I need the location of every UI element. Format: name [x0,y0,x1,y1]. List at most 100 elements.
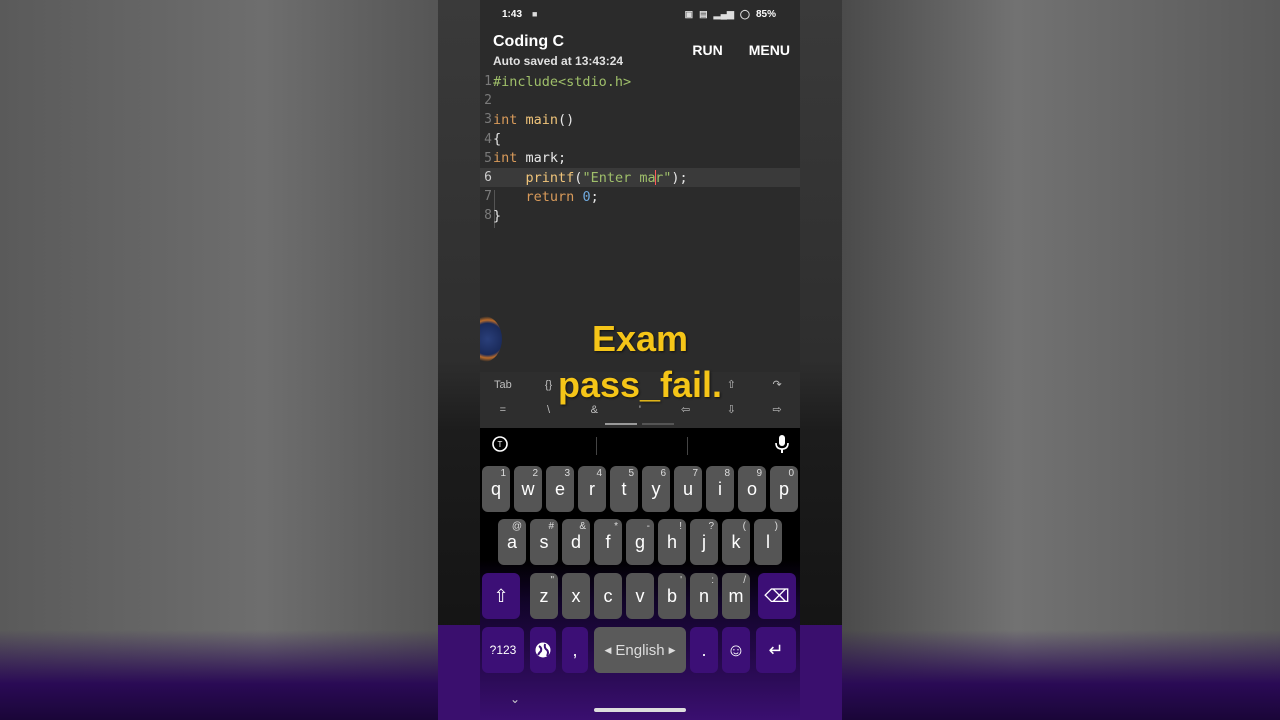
key-r[interactable]: r4 [578,466,606,512]
code-line-active[interactable]: 6 printf("Enter mar"); [480,167,800,188]
key-i[interactable]: i8 [706,466,734,512]
key-f[interactable]: f * [594,519,622,565]
key-p[interactable]: p0 [770,466,798,512]
numbers-key[interactable]: ?123 [482,627,524,673]
globe-icon[interactable] [530,627,556,673]
symbol-row-1: Tab {} ⇧ ↷ [480,372,800,397]
symbol-bar: Tab {} ⇧ ↷ = \ & ' ⇦ ⇩ ⇨ [480,372,800,428]
key-l[interactable]: l) [754,519,782,565]
key-hint: # [548,521,554,532]
key-n[interactable]: n: [690,573,718,619]
symbol-key-tab[interactable]: Tab [483,379,523,391]
symbol-key-shift[interactable]: ⇧ [711,378,751,391]
key-k[interactable]: k( [722,519,750,565]
key-m[interactable]: m / [722,573,750,619]
caret-right-icon: ▶ [668,644,676,655]
symbol-key-braces[interactable]: {} [529,379,569,391]
key-hint: 5 [628,468,634,479]
key-u[interactable]: u7 [674,466,702,512]
shift-key[interactable]: ⇧ [482,573,520,619]
key-z[interactable]: z " [530,573,558,619]
key-label: m [728,585,744,606]
arrow-down-key[interactable]: ⇩ [711,403,751,416]
arrow-left-key[interactable]: ⇦ [666,403,706,416]
key-hint: 0 [788,468,794,479]
caret-left-icon: ◀ [604,644,612,655]
app-title: Coding C [493,32,565,50]
code-line[interactable]: 4{ [480,130,800,149]
symbol-page-indicator-active [605,423,637,425]
gesture-nav-bar[interactable] [594,708,686,712]
key-w[interactable]: w2 [514,466,542,512]
line-number: 3 [484,112,492,128]
key-t[interactable]: t5 [610,466,638,512]
key-j[interactable]: j? [690,519,718,565]
svg-text:T: T [498,440,503,449]
code-line[interactable]: 8} [480,206,800,225]
code-line[interactable]: 7 return 0; [480,187,800,206]
key-s[interactable]: s # [530,519,558,565]
key-hint: ' [680,575,682,586]
key-hint: @ [511,521,522,532]
key-a[interactable]: a @ [498,519,526,565]
key-label: t [621,478,627,499]
key-g[interactable]: g- [626,519,654,565]
key-b[interactable]: b ' [658,573,686,619]
key-hint: 1 [500,468,506,479]
key-label: w [521,478,535,499]
key-hint: 3 [564,468,570,479]
key-c[interactable]: c [594,573,622,619]
delete-key[interactable]: ⌫ [758,573,796,619]
arrow-right-key[interactable]: ⇨ [757,403,797,416]
space-bar[interactable]: ◀ English ▶ [594,627,686,673]
blur-purple-left [0,630,440,720]
phone-edge-right [800,0,842,720]
key-h[interactable]: h! [658,519,686,565]
key-o[interactable]: o9 [738,466,766,512]
key-label: r [589,478,595,499]
emoji-key[interactable]: ☺ [722,627,750,673]
key-label: h [666,531,677,552]
key-label: n [698,585,709,606]
chevron-down-icon[interactable]: ⌄ [510,692,520,706]
app-bar: Coding C Auto saved at 13:43:24 RUN MENU [480,28,800,72]
translate-icon[interactable]: T [490,434,510,459]
key-d[interactable]: d & [562,519,590,565]
line-number: 8 [484,208,492,224]
enter-key[interactable]: ↵ [756,627,796,673]
period-key[interactable]: . [690,627,718,673]
symbol-key-backslash[interactable]: \ [529,404,569,416]
symbol-key-ampersand[interactable]: & [574,404,614,416]
key-label: z [539,585,549,606]
cast-icon: ▣ [684,8,694,19]
key-label: j [702,531,706,552]
autosave-status: Auto saved at 13:43:24 [493,53,624,68]
code-editor[interactable]: 1 #include<stdio.h> 2 3 int main() 4{ 5 int… [480,72,800,362]
comma-key[interactable]: , [562,627,588,673]
blurred-background-left [0,0,440,720]
key-label: d [570,531,581,552]
code-line[interactable]: 2 [480,91,800,110]
keyboard-toolbar: T [480,428,800,464]
key-y[interactable]: y6 [642,466,670,512]
symbol-key-equals[interactable]: = [483,404,523,416]
key-label: k [731,531,741,552]
mic-icon[interactable] [774,434,790,459]
run-button[interactable]: RUN [692,42,722,58]
status-bar: 1:43 ■ ▣ ▤ ▂▄▆ ◯ 85% [480,0,800,28]
symbol-key-quote[interactable]: ' [620,404,660,416]
symbol-row-2: = \ & ' ⇦ ⇩ ⇨ [480,397,800,422]
symbol-key-redo[interactable]: ↷ [757,378,797,391]
menu-button[interactable]: MENU [749,42,790,58]
code-line[interactable]: 5 int mark; [480,149,800,168]
phone-edge-left [438,0,480,720]
line-number: 1 [484,74,492,90]
key-v[interactable]: v [626,573,654,619]
key-hint: ) [774,521,778,532]
code-line[interactable]: 1 #include<stdio.h> [480,72,800,91]
key-x[interactable]: x [562,573,590,619]
key-hint: 7 [692,468,698,479]
key-e[interactable]: e3 [546,466,574,512]
key-q[interactable]: q1 [482,466,510,512]
code-line[interactable]: 3 int main() [480,110,800,129]
